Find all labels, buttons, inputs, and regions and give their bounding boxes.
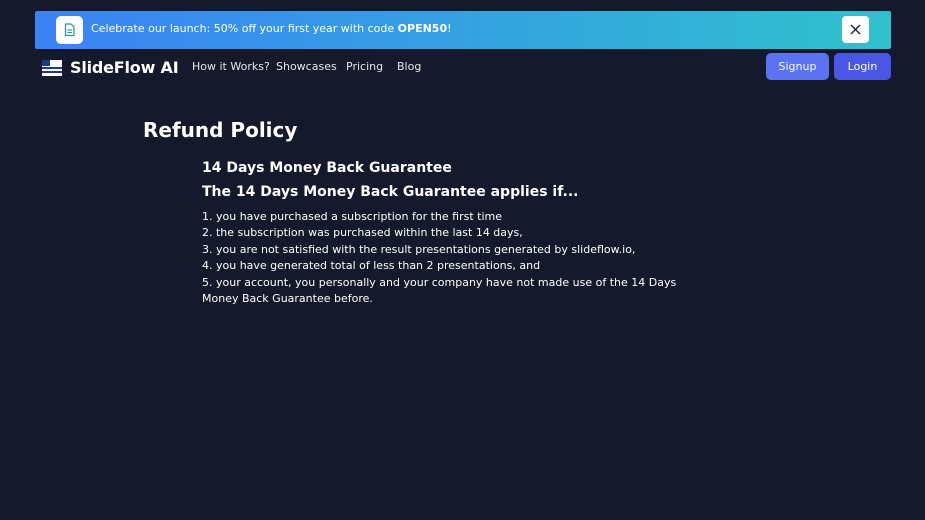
condition-item: 2. the subscription was purchased within… xyxy=(202,226,523,240)
logo[interactable]: SlideFlow AI xyxy=(42,58,179,77)
nav-blog[interactable]: Blog xyxy=(397,60,421,73)
signup-button[interactable]: Signup xyxy=(766,53,829,80)
promo-code: OPEN50 xyxy=(397,22,448,35)
conditions-list: 1. you have purchased a subscription for… xyxy=(202,209,712,307)
login-button[interactable]: Login xyxy=(834,53,891,80)
nav-showcases[interactable]: Showcases xyxy=(276,60,337,73)
logo-text: SlideFlow AI xyxy=(70,58,179,77)
page-title: Refund Policy xyxy=(143,118,298,142)
guarantee-heading: 14 Days Money Back Guarantee xyxy=(202,160,452,176)
flag-icon xyxy=(42,59,62,76)
banner-text-before: Celebrate our launch: 50% off your first… xyxy=(91,22,398,35)
banner-close-button[interactable] xyxy=(842,16,869,43)
document-icon xyxy=(56,16,83,44)
banner-text: Celebrate our launch: 50% off your first… xyxy=(91,22,452,35)
promo-banner: Celebrate our launch: 50% off your first… xyxy=(35,11,891,49)
nav-how-it-works[interactable]: How it Works? xyxy=(192,60,270,73)
nav-pricing[interactable]: Pricing xyxy=(346,60,383,73)
condition-item: 3. you are not satisfied with the result… xyxy=(202,242,636,256)
condition-item: 5. your account, you personally and your… xyxy=(202,275,677,306)
condition-item: 4. you have generated total of less than… xyxy=(202,259,541,273)
close-icon xyxy=(850,24,861,35)
conditions-heading: The 14 Days Money Back Guarantee applies… xyxy=(202,184,579,200)
condition-item: 1. you have purchased a subscription for… xyxy=(202,210,503,223)
banner-text-after: ! xyxy=(447,22,452,35)
